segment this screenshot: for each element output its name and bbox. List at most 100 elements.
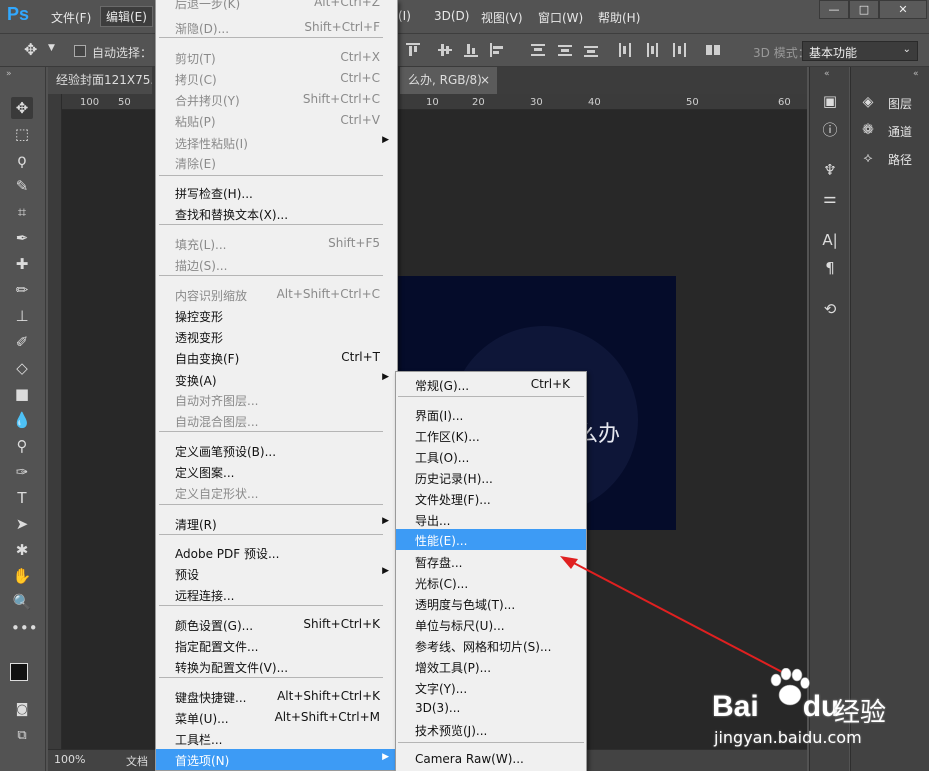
history-brush-tool-icon[interactable]: ✐ [11, 331, 33, 353]
path-select-tool-icon[interactable]: ➤ [11, 513, 33, 535]
menu-item[interactable]: 清理(R) ▶ [156, 513, 397, 534]
align-left-icon[interactable] [490, 43, 504, 57]
lasso-tool-icon[interactable]: ϙ [11, 149, 33, 171]
workspace-select[interactable]: 基本功能 ⌄ [802, 41, 918, 61]
menu-item[interactable]: 合并拷贝(Y) Shift+Ctrl+C [156, 89, 397, 110]
minimize-button[interactable]: — [819, 0, 849, 19]
menu-item[interactable]: 自动对齐图层... [156, 389, 397, 410]
menu-item[interactable]: 剪切(T) Ctrl+X [156, 47, 397, 68]
menu-item[interactable]: 拼写检查(H)... [156, 182, 397, 203]
menu-item[interactable]: 预设 ▶ [156, 563, 397, 584]
menu-item[interactable]: Camera Raw(W)... [396, 749, 586, 770]
menu-item[interactable]: 自动混合图层... [156, 410, 397, 431]
menu-item[interactable]: 3D(3)... [396, 698, 586, 719]
menu-item[interactable]: 光标(C)... [396, 572, 586, 593]
zoom-level[interactable]: 100% [54, 753, 85, 766]
menu-window[interactable]: 窗口(W) [538, 9, 583, 26]
eraser-tool-icon[interactable]: ◇ [11, 357, 33, 379]
menu-item[interactable]: 历史记录(H)... [396, 467, 586, 488]
more-tools-icon[interactable]: ••• [11, 617, 38, 639]
distribute-bottom-icon[interactable] [584, 43, 598, 57]
screen-mode-icon[interactable]: ⧉ [11, 725, 33, 747]
marquee-tool-icon[interactable]: ⬚ [11, 123, 33, 145]
zoom-tool-icon[interactable]: 🔍 [11, 591, 33, 613]
menu-item[interactable]: 描边(S)... [156, 254, 397, 275]
gradient-tool-icon[interactable]: ■ [11, 383, 33, 405]
paths-panel-button[interactable]: ⟡ 路径 [851, 148, 929, 170]
tab-document-2[interactable]: 么办, RGB/8) × [400, 67, 497, 94]
menu-item[interactable]: 远程连接... [156, 584, 397, 605]
doc-info-label[interactable]: 文档 [126, 753, 148, 769]
auto-align-icon[interactable] [706, 43, 720, 57]
menu-item[interactable]: 工具(O)... [396, 446, 586, 467]
menu-item[interactable]: 自由变换(F) Ctrl+T [156, 347, 397, 368]
brush-tool-icon[interactable]: ✏ [11, 279, 33, 301]
menu-item[interactable]: 参考线、网格和切片(S)... [396, 635, 586, 656]
menu-item[interactable]: 菜单(U)... Alt+Shift+Ctrl+M [156, 707, 397, 728]
menu-item[interactable]: 暂存盘... [396, 551, 586, 572]
menu-item[interactable]: 技术预览(J)... [396, 719, 586, 740]
stamp-tool-icon[interactable]: ⊥ [11, 305, 33, 327]
collapse-icon[interactable]: « [824, 69, 830, 79]
menu-item[interactable]: 选择性粘贴(I) ▶ [156, 132, 397, 153]
menu-item[interactable]: 增效工具(P)... [396, 656, 586, 677]
menu-item[interactable]: 单位与标尺(U)... [396, 614, 586, 635]
menu-item[interactable]: 文件处理(F)... [396, 488, 586, 509]
quick-select-tool-icon[interactable]: ✎ [11, 175, 33, 197]
tab-document-1[interactable]: 经验封面121X75.p [48, 67, 152, 94]
distribute-right-icon[interactable] [672, 43, 686, 57]
menu-item[interactable]: 常规(G)... Ctrl+K [396, 374, 586, 395]
history-icon[interactable]: ⟲ [820, 299, 840, 319]
blur-tool-icon[interactable]: 💧 [11, 409, 33, 431]
distribute-hcenter-icon[interactable] [645, 43, 659, 57]
distribute-top-icon[interactable] [531, 43, 545, 57]
menu-item[interactable]: 颜色设置(G)... Shift+Ctrl+K [156, 614, 397, 635]
crop-tool-icon[interactable]: ⌗ [11, 201, 33, 223]
shape-tool-icon[interactable]: ✱ [11, 539, 33, 561]
menu-help[interactable]: 帮助(H) [598, 9, 640, 26]
menu-item[interactable]: Adobe PDF 预设... [156, 542, 397, 563]
menu-3d[interactable]: 3D(D) [434, 9, 469, 23]
type-tool-icon[interactable]: T [11, 487, 33, 509]
menu-item[interactable]: 操控变形 [156, 305, 397, 326]
menu-item[interactable]: 透明度与色域(T)... [396, 593, 586, 614]
menu-item[interactable]: 填充(L)... Shift+F5 [156, 233, 397, 254]
menu-item-preferences[interactable]: 首选项(N) ▶ [156, 749, 397, 770]
align-bottom-icon[interactable] [464, 43, 478, 57]
quick-mask-icon[interactable]: ◙ [11, 699, 33, 721]
move-tool-icon[interactable]: ✥ [24, 40, 37, 59]
move-tool-icon[interactable]: ✥ [11, 97, 33, 119]
close-window-button[interactable]: ✕ [879, 0, 927, 19]
menu-item[interactable]: 变换(A) ▶ [156, 369, 397, 390]
menu-item[interactable]: 拷贝(C) Ctrl+C [156, 68, 397, 89]
menu-item[interactable]: 定义自定形状... [156, 482, 397, 503]
menu-item[interactable]: 透视变形 [156, 326, 397, 347]
menu-item-step-back[interactable]: 后退一步(K) Alt+Ctrl+Z [156, 0, 397, 13]
menu-item[interactable]: 工具栏... [156, 728, 397, 749]
eyedropper-tool-icon[interactable]: ✒ [11, 227, 33, 249]
align-top-icon[interactable] [406, 43, 420, 57]
menu-item[interactable]: 导出... [396, 509, 586, 530]
collapse-icon[interactable]: » [6, 69, 12, 79]
character-icon[interactable]: A| [820, 230, 840, 250]
distribute-vcenter-icon[interactable] [558, 43, 572, 57]
menu-item[interactable]: 清除(E) [156, 152, 397, 173]
menu-item[interactable]: 键盘快捷键... Alt+Shift+Ctrl+K [156, 686, 397, 707]
adjustments-icon[interactable]: ⚌ [820, 188, 840, 208]
channels-panel-button[interactable]: ❁ 通道 [851, 120, 929, 142]
brush-panel-icon[interactable]: ♆ [820, 160, 840, 180]
maximize-button[interactable]: □ [849, 0, 879, 19]
menu-image-partial[interactable]: (I) [398, 9, 411, 23]
menu-item[interactable]: 转换为配置文件(V)... [156, 656, 397, 677]
menu-item[interactable]: 工作区(K)... [396, 425, 586, 446]
menu-item[interactable]: 定义图案... [156, 461, 397, 482]
align-vcenter-icon[interactable] [438, 43, 452, 57]
menu-item[interactable]: 渐隐(D)... Shift+Ctrl+F [156, 17, 397, 38]
menu-view[interactable]: 视图(V) [481, 9, 523, 26]
navigator-icon[interactable]: ▣ [820, 91, 840, 111]
close-tab-icon[interactable]: × [480, 67, 490, 94]
foreground-color-swatch[interactable] [10, 663, 28, 681]
paragraph-icon[interactable]: ¶ [820, 258, 840, 278]
menu-item[interactable]: 定义画笔预设(B)... [156, 440, 397, 461]
hand-tool-icon[interactable]: ✋ [11, 565, 33, 587]
